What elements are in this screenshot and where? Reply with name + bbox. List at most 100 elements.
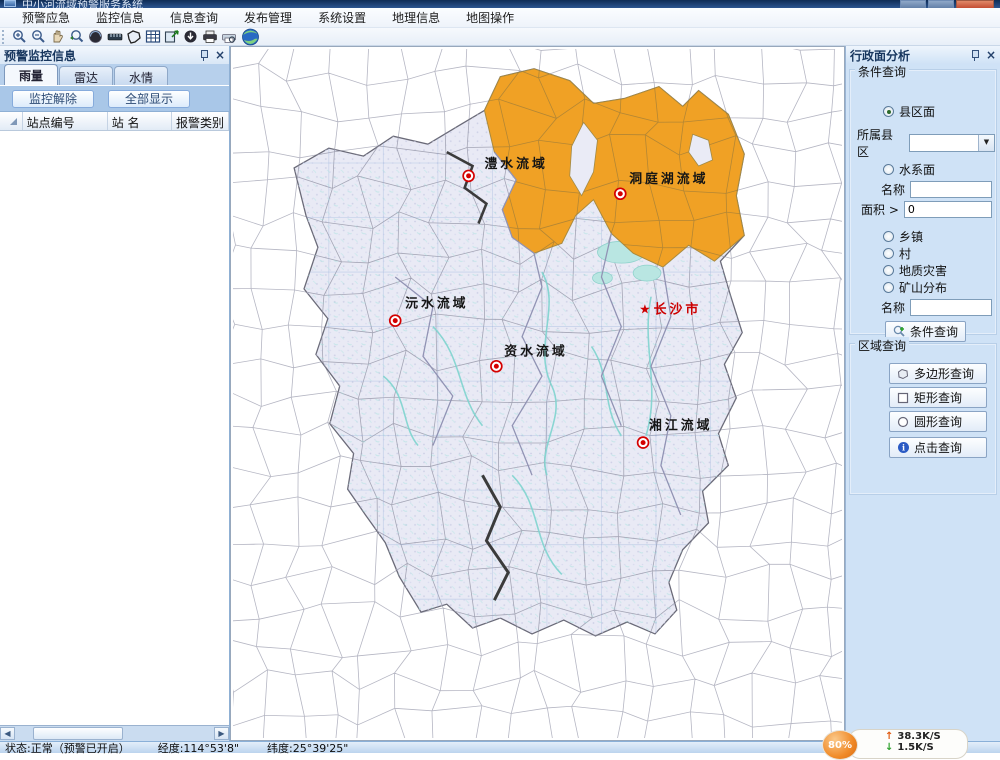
tab-radar[interactable]: 雷达 bbox=[59, 66, 113, 85]
menu-geo-info[interactable]: 地理信息 bbox=[380, 7, 452, 28]
status-longitude: 经度:114°53'8" bbox=[158, 740, 239, 756]
download-arrow-icon: ↓ bbox=[885, 742, 893, 753]
radio-village-dot[interactable] bbox=[883, 248, 894, 259]
radio-county-area-label: 县区面 bbox=[899, 103, 935, 120]
radio-county-area-dot[interactable] bbox=[883, 106, 894, 117]
station-xiangjiang[interactable] bbox=[638, 437, 649, 448]
radio-water-system[interactable]: 水系面 bbox=[883, 161, 935, 178]
maximize-button[interactable] bbox=[928, 0, 954, 8]
polygon-query-button[interactable]: 多边形查询 bbox=[889, 363, 987, 384]
menu-publish-manage[interactable]: 发布管理 bbox=[232, 7, 304, 28]
radio-village[interactable]: 村 bbox=[883, 245, 911, 262]
rectangle-query-button[interactable]: 矩形查询 bbox=[889, 387, 987, 408]
app-icon bbox=[4, 0, 16, 7]
pin-icon[interactable] bbox=[970, 49, 980, 61]
radio-mine-distribution-dot[interactable] bbox=[883, 282, 894, 293]
map-canvas[interactable]: 澧水流域洞庭湖流域沅水流域资水流域湘江流域★长沙市 bbox=[230, 46, 845, 741]
county-combobox[interactable]: ▼ bbox=[909, 134, 995, 152]
print-icon[interactable] bbox=[201, 29, 218, 45]
radio-water-system-dot[interactable] bbox=[883, 164, 894, 175]
radio-township-dot[interactable] bbox=[883, 231, 894, 242]
menu-system-settings[interactable]: 系统设置 bbox=[306, 7, 378, 28]
zoom-previous-icon[interactable] bbox=[68, 29, 85, 45]
radio-geo-disaster[interactable]: 地质灾害 bbox=[883, 262, 947, 279]
circle-query-button[interactable]: 圆形查询 bbox=[889, 411, 987, 432]
measure-icon[interactable] bbox=[106, 29, 123, 45]
radio-mine-distribution[interactable]: 矿山分布 bbox=[883, 279, 947, 296]
region-query-title: 区域查询 bbox=[855, 337, 909, 354]
web-map-globe-icon[interactable] bbox=[239, 29, 261, 45]
condition-query-title: 条件查询 bbox=[855, 63, 909, 80]
name-input[interactable] bbox=[910, 181, 992, 198]
station-dongtinghu[interactable] bbox=[615, 188, 626, 199]
column-station-name[interactable]: 站 名 bbox=[108, 112, 172, 130]
radio-geo-disaster-dot[interactable] bbox=[883, 265, 894, 276]
name2-input[interactable] bbox=[910, 299, 992, 316]
scrollbar-thumb[interactable] bbox=[33, 727, 123, 740]
right-panel-header: 行政面分析 × bbox=[846, 46, 1000, 64]
map-toolbar bbox=[0, 28, 1000, 46]
radio-township-label: 乡镇 bbox=[899, 228, 923, 245]
scroll-right-arrow[interactable]: ▶ bbox=[214, 727, 229, 740]
left-panel-title: 预警监控信息 bbox=[4, 47, 76, 64]
download-icon[interactable] bbox=[182, 29, 199, 45]
warning-monitor-panel: 预警监控信息 × 雨量 雷达 水情 监控解除 全部显示 站点编号 站 名 报警类… bbox=[0, 46, 230, 741]
station-lishui[interactable] bbox=[463, 170, 474, 181]
menu-monitor-info[interactable]: 监控信息 bbox=[84, 7, 156, 28]
left-panel-header: 预警监控信息 × bbox=[0, 46, 229, 64]
radio-township[interactable]: 乡镇 bbox=[883, 228, 923, 245]
menu-info-query[interactable]: 信息查询 bbox=[158, 7, 230, 28]
menu-map-operation[interactable]: 地图操作 bbox=[454, 7, 526, 28]
grid-icon[interactable] bbox=[144, 29, 161, 45]
station-table-body[interactable] bbox=[0, 131, 229, 726]
tab-water-condition[interactable]: 水情 bbox=[114, 66, 168, 85]
right-panel-close-icon[interactable]: × bbox=[986, 50, 996, 60]
name-field-row: 名称 bbox=[881, 181, 992, 198]
hunan-basin-map[interactable]: 澧水流域洞庭湖流域沅水流域资水流域湘江流域★长沙市 bbox=[233, 49, 842, 738]
changsha-city-label: ★长沙市 bbox=[639, 302, 701, 318]
yuanshui-basin-label: 沅水流域 bbox=[405, 296, 468, 312]
zoom-out-icon[interactable] bbox=[30, 29, 47, 45]
radio-water-system-label: 水系面 bbox=[899, 161, 935, 178]
print-preview-icon[interactable] bbox=[220, 29, 237, 45]
name2-field-label: 名称 bbox=[881, 299, 905, 316]
export-icon[interactable] bbox=[163, 29, 180, 45]
status-state: 状态:正常（预警已开启） bbox=[5, 740, 130, 756]
pan-icon[interactable] bbox=[49, 29, 66, 45]
download-speed: 1.5K/S bbox=[897, 742, 933, 753]
sort-triangle-icon[interactable] bbox=[0, 112, 23, 130]
station-yuanshui[interactable] bbox=[390, 315, 401, 326]
menu-warning-emergency[interactable]: 预警应急 bbox=[10, 7, 82, 28]
area-input[interactable] bbox=[904, 201, 992, 218]
scrollbar-track[interactable] bbox=[15, 727, 214, 740]
name2-field-row: 名称 bbox=[881, 299, 992, 316]
click-query-label: 点击查询 bbox=[914, 439, 962, 456]
net-percent-ball[interactable]: 80% bbox=[822, 730, 858, 760]
close-button[interactable] bbox=[956, 0, 994, 8]
monitor-release-button[interactable]: 监控解除 bbox=[12, 90, 94, 108]
net-speed-widget[interactable]: ↑38.3K/S ↓1.5K/S 80% bbox=[822, 729, 1000, 753]
click-query-button[interactable]: i 点击查询 bbox=[889, 437, 987, 458]
minimize-button[interactable] bbox=[900, 0, 926, 8]
menu-bar: 预警应急 监控信息 信息查询 发布管理 系统设置 地理信息 地图操作 bbox=[0, 8, 1000, 28]
left-button-row: 监控解除 全部显示 bbox=[0, 86, 229, 112]
station-zishui[interactable] bbox=[491, 361, 502, 372]
column-station-id[interactable]: 站点编号 bbox=[23, 112, 108, 130]
full-extent-icon[interactable] bbox=[87, 29, 104, 45]
name-field-label: 名称 bbox=[881, 181, 905, 198]
toolbar-grip bbox=[2, 30, 6, 44]
column-alarm-type[interactable]: 报警类别 bbox=[172, 112, 229, 130]
show-all-button[interactable]: 全部显示 bbox=[108, 90, 190, 108]
scroll-left-arrow[interactable]: ◀ bbox=[0, 727, 15, 740]
zoom-in-icon[interactable] bbox=[11, 29, 28, 45]
polygon-query-label: 多边形查询 bbox=[914, 365, 974, 382]
pin-icon[interactable] bbox=[199, 49, 209, 61]
left-panel-close-icon[interactable]: × bbox=[215, 50, 225, 60]
condition-query-group: 条件查询 县区面 所属县区 ▼ 水系面 名称 面积 > 乡镇 bbox=[850, 70, 996, 334]
radio-county-area[interactable]: 县区面 bbox=[883, 103, 935, 120]
station-table-header: 站点编号 站 名 报警类别 bbox=[0, 112, 229, 131]
tab-rainfall[interactable]: 雨量 bbox=[4, 64, 58, 85]
polygon-select-icon[interactable] bbox=[125, 29, 142, 45]
area-field-row: 面积 > bbox=[861, 201, 992, 218]
chevron-down-icon[interactable]: ▼ bbox=[978, 135, 994, 151]
